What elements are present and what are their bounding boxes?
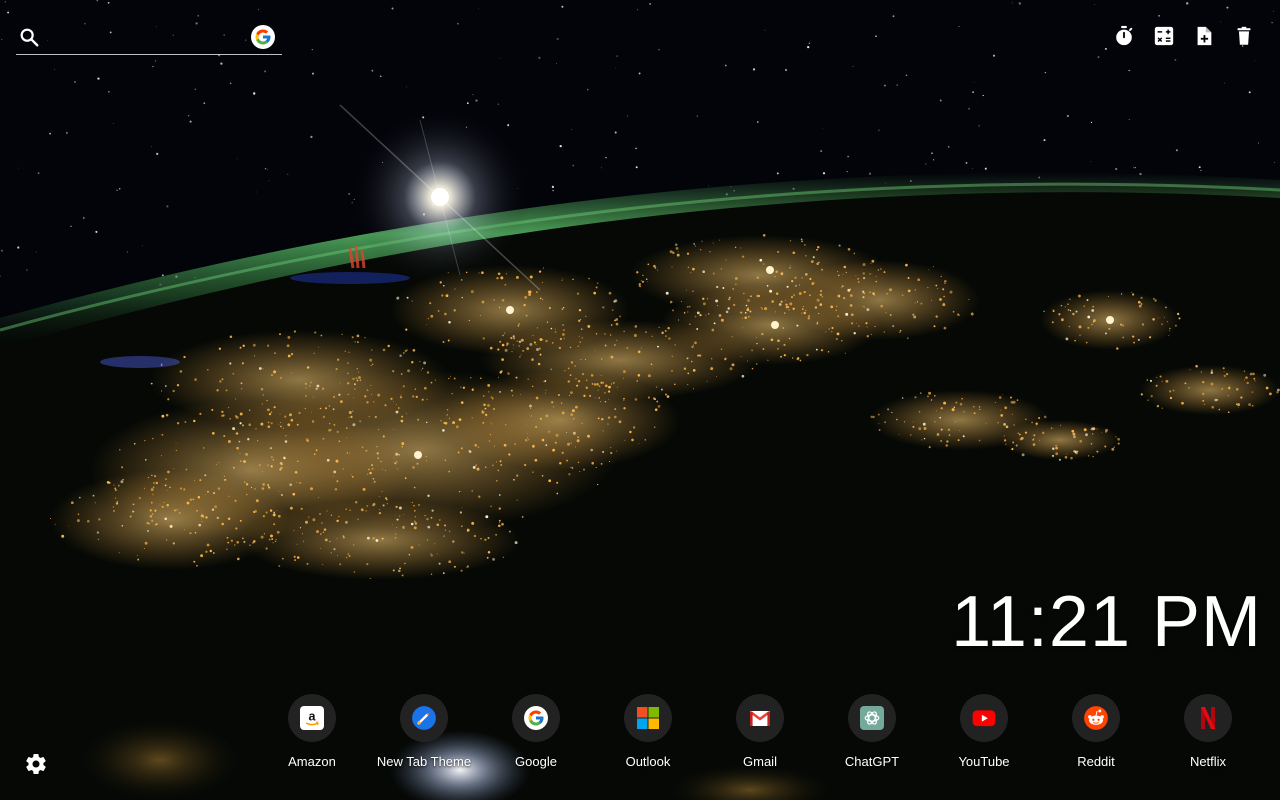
trash-icon[interactable] — [1232, 24, 1256, 48]
search-bar — [16, 20, 282, 55]
shortcut-netflix[interactable]: Netflix — [1152, 694, 1264, 769]
reddit-icon — [1084, 706, 1108, 730]
shortcut-label: ChatGPT — [844, 754, 900, 769]
svg-text:a: a — [309, 710, 317, 724]
new-tab-theme-icon — [412, 706, 436, 730]
shortcuts-dock: a Amazon New Tab Theme Google Outlook Gm… — [256, 694, 1264, 774]
netflix-icon — [1201, 707, 1215, 729]
gear-icon[interactable] — [24, 752, 48, 776]
shortcut-label: Netflix — [1189, 754, 1227, 769]
google-icon — [524, 706, 548, 730]
shortcut-outlook[interactable]: Outlook — [592, 694, 704, 769]
youtube-icon — [972, 710, 996, 727]
wallpaper-earth-at-night — [0, 0, 1280, 800]
shortcut-bubble — [848, 694, 896, 742]
shortcut-amazon[interactable]: a Amazon — [256, 694, 368, 769]
gmail-icon — [749, 710, 771, 726]
outlook-icon — [637, 707, 659, 729]
google-icon[interactable] — [251, 25, 275, 49]
shortcut-label: Google — [515, 754, 557, 769]
shortcut-label: New Tab Theme — [376, 754, 472, 769]
timer-icon[interactable] — [1112, 24, 1136, 48]
shortcut-bubble — [624, 694, 672, 742]
clock: 11:21 PM — [951, 582, 1262, 662]
shortcut-google[interactable]: Google — [480, 694, 592, 769]
amazon-icon: a — [300, 706, 324, 730]
shortcut-label: Gmail — [743, 754, 777, 769]
calculator-icon[interactable] — [1152, 24, 1176, 48]
shortcut-youtube[interactable]: YouTube — [928, 694, 1040, 769]
shortcut-label: YouTube — [958, 754, 1010, 769]
shortcut-bubble — [1184, 694, 1232, 742]
toolbar — [1112, 24, 1256, 48]
chatgpt-icon — [860, 706, 884, 730]
search-icon[interactable] — [18, 26, 40, 48]
shortcut-reddit[interactable]: Reddit — [1040, 694, 1152, 769]
shortcut-bubble — [960, 694, 1008, 742]
shortcut-new-tab-theme[interactable]: New Tab Theme — [368, 694, 480, 769]
shortcut-bubble — [400, 694, 448, 742]
shortcut-label: Amazon — [288, 754, 336, 769]
shortcut-chatgpt[interactable]: ChatGPT — [816, 694, 928, 769]
shortcut-label: Reddit — [1077, 754, 1115, 769]
new-tab-page: 11:21 PM a Amazon New Tab Theme Google O… — [0, 0, 1280, 800]
add-note-icon[interactable] — [1192, 24, 1216, 48]
shortcut-bubble — [512, 694, 560, 742]
search-input[interactable] — [50, 24, 244, 52]
shortcut-bubble: a — [288, 694, 336, 742]
shortcut-label: Outlook — [625, 754, 671, 769]
shortcut-gmail[interactable]: Gmail — [704, 694, 816, 769]
shortcut-bubble — [736, 694, 784, 742]
shortcut-bubble — [1072, 694, 1120, 742]
